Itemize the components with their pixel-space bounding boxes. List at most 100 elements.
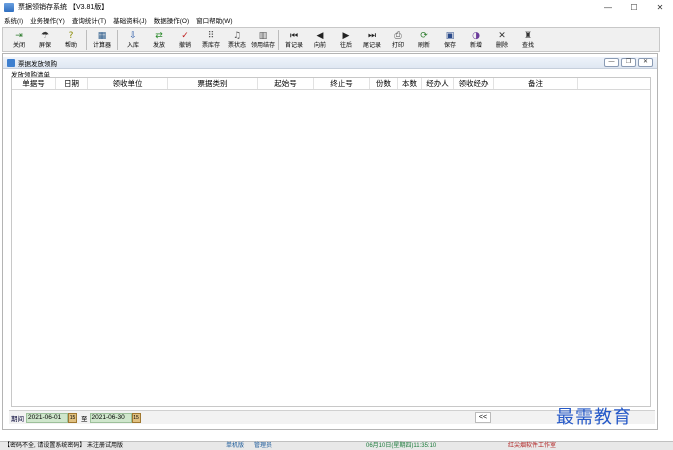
status-user: 管理员 [254, 443, 273, 449]
toolbar-icon: ✓ [181, 30, 189, 41]
toolbar-button-9[interactable]: ⠿ 票库存 [198, 29, 224, 51]
toolbar-label: 向前 [313, 42, 326, 49]
toolbar-button-0[interactable]: ⇥ 关闭 [6, 29, 32, 51]
maximize-button[interactable]: ☐ [621, 0, 647, 14]
status-machine: 单机版 [226, 443, 245, 449]
toolbar-label: 刷新 [417, 42, 430, 49]
toolbar-button-10[interactable]: ♫ 票状态 [224, 29, 250, 51]
menu-system[interactable]: 系统(I) [4, 15, 23, 25]
period-label: 期间 [11, 415, 24, 423]
toolbar: ⇥ 关闭 ☂ 屏保? 帮助 ▦ 计算器 ⇩ 入库 ⇄ 发放 ✓ 撤销 ⠿ 票库存 ♫ 票状态 ▥ 领用结存 ⏮ 首记录 ◀… [2, 27, 660, 52]
scroll-left-button[interactable]: << [475, 412, 491, 423]
child-minimize-button[interactable]: — [604, 58, 619, 67]
status-company: 红尖烟软件工作室 [508, 443, 557, 449]
mdi-area: 票据发放领购 — ❐ ✕ 发放领购清单 单据号 日期 领收单位 票据类别 起始号 终止号份… [2, 53, 658, 430]
toolbar-button-8[interactable]: ✓ 撤销 [172, 29, 198, 51]
column-header[interactable]: 日期 [56, 78, 88, 89]
toolbar-separator [117, 29, 118, 50]
toolbar-label: 尾记录 [362, 42, 381, 49]
toolbar-button-22[interactable]: ♜ 查找 [515, 29, 541, 51]
toolbar-icon: ▦ [97, 30, 107, 41]
toolbar-button-4[interactable]: ▦ 计算器 [89, 29, 115, 51]
toolbar-label: 入库 [126, 42, 139, 49]
window-title: 票据领销存系统 【V3.81版】 [18, 4, 109, 11]
toolbar-label: 查找 [521, 42, 534, 49]
start-date-field[interactable]: 2021-06-01 [26, 412, 68, 423]
menu-data-ops[interactable]: 数据操作(O) [154, 15, 189, 25]
toolbar-button-18[interactable]: ⟳ 刷新 [411, 29, 437, 51]
child-window-titlebar: 票据发放领购 — ❐ ✕ [3, 57, 657, 69]
grid-header: 单据号 日期 领收单位 票据类别 起始号 终止号 份数 本数 经办人 领收经办 备注 [12, 78, 650, 90]
toolbar-icon: ⏭ [367, 30, 377, 41]
status-bar: 【密码不全, 请设置系统密码】 未注册试用版 单机版 管理员 06月10日(星期… [0, 441, 673, 450]
toolbar-label: 往后 [339, 42, 352, 49]
toolbar-label: 屏保 [38, 42, 51, 49]
app-icon [4, 2, 14, 12]
toolbar-icon: ▥ [258, 30, 268, 41]
column-header[interactable]: 备注 [494, 78, 578, 89]
child-window-title: 票据发放领购 [18, 60, 57, 68]
title-bar: 票据领销存系统 【V3.81版】 — ☐ ✕ [0, 0, 673, 14]
toolbar-button-2[interactable]: ? 帮助 [58, 29, 84, 51]
toolbar-button-19[interactable]: ▣ 保存 [437, 29, 463, 51]
minimize-button[interactable]: — [595, 0, 621, 14]
column-header[interactable]: 本数 [398, 78, 422, 89]
start-calendar-icon[interactable]: 15 [68, 412, 77, 423]
end-calendar-icon[interactable]: 15 [131, 412, 141, 423]
toolbar-icon: ◑ [472, 30, 480, 41]
toolbar-icon: ◀ [316, 30, 324, 41]
toolbar-label: 票库存 [201, 42, 220, 49]
menu-query[interactable]: 查询统计(T) [72, 15, 106, 25]
toolbar-label: 发放 [152, 42, 165, 49]
toolbar-icon: ⠿ [207, 30, 215, 41]
toolbar-button-7[interactable]: ⇄ 发放 [146, 29, 172, 51]
window-controls: — ☐ ✕ [595, 0, 673, 14]
toolbar-button-17[interactable]: ⎙ 打印 [385, 29, 411, 51]
toolbar-icon: ♫ [232, 30, 242, 41]
menu-basic-data[interactable]: 基础资料(J) [113, 15, 147, 25]
toolbar-label: 帮助 [64, 42, 77, 49]
toolbar-icon: ⏮ [289, 30, 299, 41]
child-window-icon [7, 58, 15, 67]
column-header[interactable]: 份数 [370, 78, 398, 89]
toolbar-label: 首记录 [284, 42, 303, 49]
toolbar-icon: ⟳ [420, 30, 428, 41]
column-header[interactable]: 单据号 [12, 78, 56, 89]
menu-business[interactable]: 业务操作(Y) [30, 15, 65, 25]
end-date-field[interactable]: 2021-06-30 [89, 412, 132, 423]
child-window-controls: — ❐ ✕ [604, 58, 653, 67]
child-restore-button[interactable]: ❐ [621, 58, 636, 67]
data-grid[interactable]: 单据号 日期 领收单位 票据类别 起始号 终止号 份数 本数 经办人 领收经办 备注 [11, 77, 651, 407]
menu-bar: 系统(I) 业务操作(Y) 查询统计(T) 基础资料(J) 数据操作(O) 窗口… [0, 14, 673, 26]
status-warning: 【密码不全, 请设置系统密码】 未注册试用版 [4, 443, 124, 449]
toolbar-icon: ✕ [498, 30, 506, 41]
column-header[interactable]: 起始号 [258, 78, 314, 89]
toolbar-button-20[interactable]: ◑ 新增 [463, 29, 489, 51]
toolbar-icon: ☂ [40, 30, 50, 41]
column-header[interactable]: 领收经办 [454, 78, 494, 89]
column-header[interactable]: 票据类别 [168, 78, 258, 89]
toolbar-label: 撤销 [178, 42, 191, 49]
toolbar-button-14[interactable]: ◀ 向前 [307, 29, 333, 51]
column-header[interactable]: 经办人 [422, 78, 454, 89]
toolbar-button-1[interactable]: ☂ 屏保 [32, 29, 58, 51]
toolbar-icon: ? [68, 30, 74, 41]
toolbar-label: 保存 [443, 42, 456, 49]
menu-window-help[interactable]: 窗口帮助(W) [196, 15, 232, 25]
child-close-button[interactable]: ✕ [638, 58, 653, 67]
toolbar-button-21[interactable]: ✕ 删除 [489, 29, 515, 51]
toolbar-button-13[interactable]: ⏮ 首记录 [281, 29, 307, 51]
toolbar-icon: ▶ [342, 30, 350, 41]
column-header[interactable]: 领收单位 [88, 78, 168, 89]
toolbar-button-6[interactable]: ⇩ 入库 [120, 29, 146, 51]
column-header[interactable]: 终止号 [314, 78, 370, 89]
toolbar-button-11[interactable]: ▥ 领用结存 [250, 29, 276, 51]
toolbar-icon: ⇩ [129, 30, 137, 41]
toolbar-button-15[interactable]: ▶ 往后 [333, 29, 359, 51]
close-button[interactable]: ✕ [647, 0, 673, 14]
toolbar-button-16[interactable]: ⏭ 尾记录 [359, 29, 385, 51]
toolbar-label: 票状态 [227, 42, 246, 49]
toolbar-label: 计算器 [92, 42, 111, 49]
toolbar-icon: ♜ [523, 30, 533, 41]
toolbar-label: 新增 [469, 42, 482, 49]
